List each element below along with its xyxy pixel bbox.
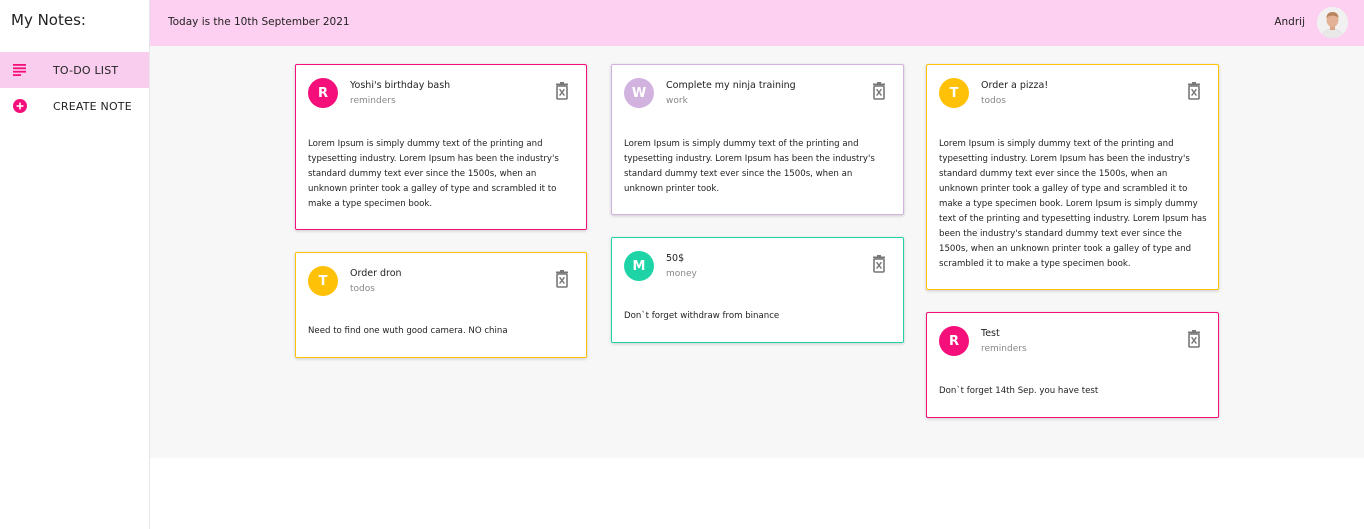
date-text: Today is the 10th September 2021 (168, 16, 350, 28)
note-card: T Order a pizza! todos Lorem Ipsum is si… (926, 64, 1219, 290)
delete-button[interactable] (1186, 330, 1202, 348)
nav-item-create-note[interactable]: CREATE NOTE (0, 88, 149, 124)
note-category: work (666, 96, 688, 106)
note-title: Order dron (350, 268, 402, 279)
note-title: Test (981, 328, 1000, 339)
note-avatar: R (308, 78, 338, 108)
note-category: reminders (981, 344, 1027, 354)
sidebar: My Notes: TO-DO LIST CREATE NOTE (0, 0, 150, 529)
note-avatar: R (939, 326, 969, 356)
delete-button[interactable] (871, 82, 887, 100)
note-card: R Test reminders Don`t forget 14th Sep. … (926, 312, 1219, 418)
note-title: Complete my ninja training (666, 80, 796, 91)
note-body: Lorem Ipsum is simply dummy text of the … (939, 139, 1207, 269)
trash-icon (1188, 82, 1200, 100)
note-body: Need to find one wuth good camera. NO ch… (308, 326, 508, 336)
note-avatar: T (939, 78, 969, 108)
note-category: reminders (350, 96, 396, 106)
user-avatar-icon (1317, 7, 1348, 38)
user-name: Andrij (1274, 16, 1305, 28)
trash-icon (873, 82, 885, 100)
delete-button[interactable] (1186, 82, 1202, 100)
note-body: Don`t forget withdraw from binance (624, 311, 780, 321)
nav-item-todo-list[interactable]: TO-DO LIST (0, 52, 149, 88)
note-card: W Complete my ninja training work Lorem … (611, 64, 904, 215)
trash-icon (556, 82, 568, 100)
note-title: 50$ (666, 253, 685, 264)
nav-item-label: CREATE NOTE (53, 99, 132, 113)
delete-button[interactable] (554, 270, 570, 288)
add-circle-icon (13, 99, 27, 113)
note-title: Yoshi's birthday bash (350, 80, 451, 91)
note-card: M 50$ money Don`t forget withdraw from b… (611, 237, 904, 343)
note-avatar: T (308, 266, 338, 296)
trash-icon (1188, 330, 1200, 348)
note-body: Don`t forget 14th Sep. you have test (939, 386, 1099, 396)
top-bar: Today is the 10th September 2021 Andrij (150, 0, 1364, 46)
note-card: T Order dron todos Need to find one wuth… (295, 252, 587, 358)
note-category: todos (350, 284, 375, 294)
note-body: Lorem Ipsum is simply dummy text of the … (624, 139, 875, 194)
avatar[interactable] (1317, 7, 1348, 38)
delete-button[interactable] (871, 255, 887, 273)
notes-area: R Yoshi's birthday bash reminders Lorem … (150, 46, 1364, 458)
trash-icon (556, 270, 568, 288)
nav-item-label: TO-DO LIST (53, 63, 119, 77)
note-avatar: W (624, 78, 654, 108)
trash-icon (873, 255, 885, 273)
note-body: Lorem Ipsum is simply dummy text of the … (308, 139, 559, 209)
note-avatar: M (624, 251, 654, 281)
delete-button[interactable] (554, 82, 570, 100)
note-category: money (666, 269, 697, 279)
note-title: Order a pizza! (981, 80, 1049, 91)
list-icon (13, 63, 27, 77)
note-category: todos (981, 96, 1006, 106)
note-card: R Yoshi's birthday bash reminders Lorem … (295, 64, 587, 230)
app-title: My Notes: (11, 11, 86, 29)
